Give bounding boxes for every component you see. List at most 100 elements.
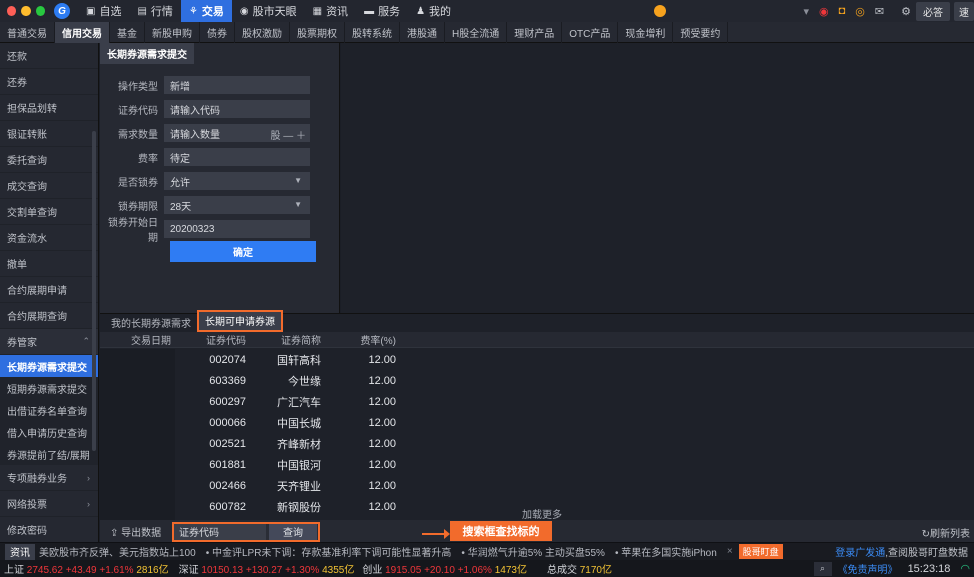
nav-item-6[interactable]: ♟ 我的 [408,0,459,22]
table-row[interactable]: 603369 今世缘 12.00 [100,370,974,391]
sidebar-item-5[interactable]: 成交查询 [0,173,98,199]
tab-7[interactable]: 股转系统 [345,22,400,43]
sidebar-bottom-item-0[interactable]: 专项融券业务 › [0,465,98,491]
tab-6[interactable]: 股票期权 [290,22,345,43]
form-select[interactable]: 允许 ▼ [164,172,310,190]
list-tab-0[interactable]: 我的长期券源需求 [105,314,197,331]
news-item[interactable]: • 中金评LPR未下调：存款基准利率下调可能性显著升高 [206,544,452,559]
list-tab-1[interactable]: 长期可申请券源 [197,309,283,332]
close-window-icon[interactable] [7,6,17,16]
column-header[interactable]: 交易日期 [100,332,175,347]
sidebar-subitem-0[interactable]: 长期券源需求提交 [0,355,98,377]
bidu-button[interactable]: 必答 [916,1,950,21]
table-row[interactable]: 002074 国轩高科 12.00 [100,349,974,370]
news-item[interactable]: 美欧股市齐反弹、美元指数站上100 [39,544,196,559]
news-badge[interactable]: 股哥盯盘 [738,544,783,559]
tab-8[interactable]: 港股通 [400,22,445,43]
login-link[interactable]: 登录广发通 [835,548,885,559]
chevron-down-icon[interactable]: ▼ [294,176,302,185]
form-input[interactable]: 新增 [164,76,310,94]
form-input[interactable]: 请输入代码 [164,100,310,118]
tab-13[interactable]: 预受要约 [673,22,729,43]
sidebar-subitem-3[interactable]: 借入申请历史查询 [0,421,98,443]
avatar-icon[interactable] [654,5,666,17]
column-header[interactable]: 证券代码 [175,332,250,347]
tab-2[interactable]: 基金 [110,22,145,43]
sidebar-item-4[interactable]: 委托查询 [0,147,98,173]
sidebar-item-7[interactable]: 资金流水 [0,225,98,251]
tab-12[interactable]: 现金增利 [618,22,674,43]
form-input[interactable]: 待定 [164,148,310,166]
table-row[interactable]: 002521 齐峰新材 12.00 [100,433,974,454]
tab-5[interactable]: 股权激励 [235,22,290,43]
sidebar-item-3[interactable]: 银证转账 [0,121,98,147]
chevron-down-icon[interactable]: ▼ [294,200,302,209]
refresh-icon: ↻ [921,529,930,540]
form-title-tab[interactable]: 长期券源需求提交 [100,43,339,64]
sidebar-group-header[interactable]: 券管家 ⌃ [0,329,98,355]
form-select[interactable]: 28天 ▼ [164,196,310,214]
news-item[interactable]: • 华润燃气升逾5% 主动买盘55% [461,544,605,559]
table-row[interactable]: 601881 中国银河 12.00 [100,454,974,475]
mail-icon[interactable]: ✉ [875,5,884,18]
sidebar-subitem-4[interactable]: 券源提前了结/展期 [0,443,98,465]
form-input[interactable]: 20200323 [164,220,310,238]
sidebar-subitem-1[interactable]: 短期券源需求提交 [0,377,98,399]
sidebar-item-8[interactable]: 撤单 [0,251,98,277]
sidebar-item-9[interactable]: 合约展期申请 [0,277,98,303]
close-icon[interactable]: × [727,546,733,557]
settings-icon[interactable]: ⚙ [901,5,911,18]
sidebar-item-6[interactable]: 交割单查询 [0,199,98,225]
column-header[interactable]: 证券简称 [250,332,325,347]
search-input[interactable]: 证券代码 [174,523,266,540]
nav-item-5[interactable]: ▬ 服务 [356,0,408,22]
nav-item-1[interactable]: ▤ 行情 [129,0,180,22]
su-button[interactable]: 速 [954,1,974,21]
nav-item-4[interactable]: ▦ 资讯 [305,0,356,22]
sidebar-item-0[interactable]: 还款 [0,43,98,69]
table-cell: 国轩高科 [277,354,321,367]
index-sh[interactable]: 上证 2745.62 +43.49 +1.61% 2816亿 [4,561,169,576]
sidebar-subitem-2[interactable]: 出借证券名单查询 [0,399,98,421]
tab-4[interactable]: 债券 [200,22,235,43]
tab-11[interactable]: OTC产品 [562,22,619,43]
tab-3[interactable]: 新股申购 [145,22,200,43]
sidebar-item-2[interactable]: 担保品划转 [0,95,98,121]
index-sz[interactable]: 深证 10150.13 +130.27 +1.30% 4355亿 [179,561,355,576]
disclaimer-link[interactable]: 《免责声明》 [838,561,898,576]
tab-9[interactable]: H股全流通 [445,22,508,43]
sidebar-bottom-item-1[interactable]: 网络投票 › [0,491,98,517]
nav-item-0[interactable]: ▣ 自选 [78,0,129,22]
tab-0[interactable]: 普通交易 [0,22,55,43]
maximize-window-icon[interactable] [35,6,45,16]
export-button[interactable]: ⇪ 导出数据 [110,524,172,539]
news-tag[interactable]: 资讯 [5,543,35,560]
nav-item-2[interactable]: ⚘ 交易 [180,0,232,22]
column-header[interactable]: 费率(%) [325,332,400,347]
badge-icon[interactable]: ◎ [855,5,865,18]
minimize-window-icon[interactable] [21,6,31,16]
tab-10[interactable]: 理财产品 [507,22,563,43]
index-cy[interactable]: 创业 1915.05 +20.10 +1.06% 1473亿 [362,561,527,576]
table-cell: 002466 [209,479,246,492]
form-input[interactable]: 请输入数量 股 — ＋ [164,124,310,142]
search-button[interactable]: 查询 [269,523,317,540]
sidebar-item-1[interactable]: 还券 [0,69,98,95]
quantity-stepper[interactable]: 股 — ＋ [270,127,306,142]
confirm-button[interactable]: 确定 [170,241,316,262]
table-row[interactable]: 002466 天齐锂业 12.00 [100,475,974,496]
lock-icon[interactable]: ◘ [839,5,846,17]
table-row[interactable]: 600297 广汇汽车 12.00 [100,391,974,412]
table-row[interactable]: 000066 中国长城 12.00 [100,412,974,433]
power-icon[interactable]: ◉ [819,5,829,18]
dropdown-icon[interactable]: ▾ [804,5,810,18]
load-more-link[interactable]: 加载更多 [522,506,562,521]
refresh-button[interactable]: ↻刷新列表 [922,525,970,540]
news-item[interactable]: • 苹果在多国实施iPhon [615,544,717,559]
nav-item-3[interactable]: ◉ 股市天眼 [232,0,305,22]
tab-1[interactable]: 信用交易 [55,22,110,43]
sidebar-bottom-item-2[interactable]: 修改密码 [0,517,98,543]
sidebar-item-10[interactable]: 合约展期查询 [0,303,98,329]
search-icon[interactable]: ⌕ [813,561,832,576]
sidebar-scrollbar[interactable] [92,131,96,451]
